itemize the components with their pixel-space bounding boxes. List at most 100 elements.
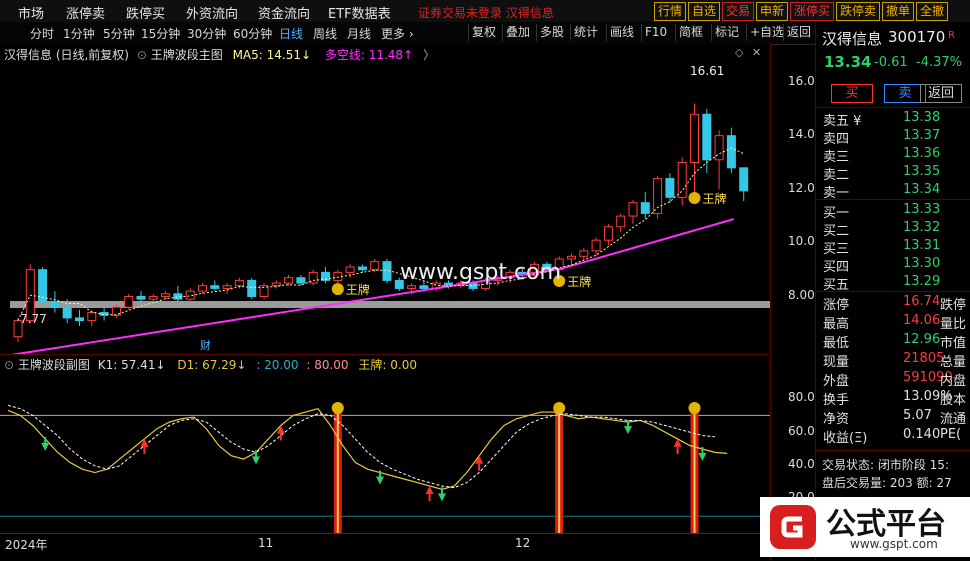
stat-row[interactable]: 涨停 16.74 xyxy=(823,294,940,313)
candle-body xyxy=(50,301,60,308)
stat-extra-label: 内盘 xyxy=(940,374,967,389)
draw-line-button[interactable]: 画线 xyxy=(606,24,637,41)
row-label: 卖三 xyxy=(823,150,850,165)
stock-name: 汉得信息 xyxy=(822,30,883,48)
limit-up-buy-button[interactable]: 涨停买 xyxy=(790,2,835,21)
mark-button[interactable]: 标记 xyxy=(711,24,742,41)
nav-fund-flow[interactable]: 资金流向 xyxy=(258,3,310,22)
settings-circle-icon[interactable]: ⊙ xyxy=(137,48,147,62)
period-tab-weekly[interactable]: 周线 xyxy=(313,25,337,42)
nav-limit-down-buy[interactable]: 跌停买 xyxy=(126,3,165,22)
kline-chart[interactable]: 王牌王牌王牌 www.gspt.com xyxy=(0,44,770,354)
row-value: 14.06 xyxy=(903,313,941,328)
price-change-pct: -4.37% xyxy=(916,55,962,70)
bid-level[interactable]: 买三 13.31 xyxy=(823,238,940,257)
ask-level[interactable]: 卖四 13.37 xyxy=(823,128,940,147)
down-arrow-stem xyxy=(255,450,257,458)
ipo-button[interactable]: 申新 xyxy=(756,2,789,21)
k1-value: K1: 57.41↓ xyxy=(97,358,166,372)
bid-level[interactable]: 买五 13.29 xyxy=(823,274,940,293)
period-tab-intraday[interactable]: 分时 xyxy=(30,25,54,42)
nav-limit-up-sell[interactable]: 涨停卖 xyxy=(66,3,105,22)
sub-indicator-chart[interactable] xyxy=(0,355,770,533)
cancel-all-button[interactable]: 全撤 xyxy=(916,2,949,21)
chevron-right-icon[interactable]: 〉 xyxy=(423,48,435,62)
stat-row[interactable]: 外盘 591090 xyxy=(823,370,953,389)
period-tab-more[interactable]: 更多 › xyxy=(381,25,414,42)
stat-row[interactable]: 最高 14.06 xyxy=(823,313,940,332)
candle-body xyxy=(87,312,97,322)
row-value: 13.36 xyxy=(903,146,941,161)
trade-button[interactable]: 交易 xyxy=(722,2,755,21)
signal-bar-core xyxy=(558,412,561,533)
ask-level[interactable]: 卖五 ¥ 13.38 xyxy=(823,110,940,129)
buy-button[interactable]: 买 xyxy=(831,84,873,103)
f10-button[interactable]: F10 xyxy=(641,24,670,41)
down-arrow-stem xyxy=(379,470,381,478)
stat-extra-label: 总量 xyxy=(940,355,967,370)
close-icon[interactable]: ✕ xyxy=(752,46,761,59)
period-tab-30min[interactable]: 30分钟 xyxy=(187,25,226,42)
line20-value: : 20.00 xyxy=(256,358,299,372)
period-tab-daily[interactable]: 日线 xyxy=(279,25,303,42)
finance-marker[interactable]: 财 xyxy=(200,337,211,353)
return-button[interactable]: 返回 xyxy=(920,84,962,103)
candle-body xyxy=(726,135,736,169)
diamond-icon[interactable]: ◇ xyxy=(735,46,743,59)
candle-body xyxy=(567,255,576,260)
period-tab-1min[interactable]: 1分钟 xyxy=(63,25,95,42)
stat-row[interactable]: 收益(Ξ) 0.140 xyxy=(823,427,940,446)
multi-stock-button[interactable]: 多股 xyxy=(536,24,567,41)
simple-frame-button[interactable]: 简框 xyxy=(675,24,706,41)
statistics-button[interactable]: 统计 xyxy=(570,24,601,41)
stat-extra-label: 股本 xyxy=(940,393,967,408)
period-tab-60min[interactable]: 60分钟 xyxy=(233,25,272,42)
nav-etf-table[interactable]: ETF数据表 xyxy=(328,3,391,22)
overlay-button[interactable]: 叠加 xyxy=(502,24,533,41)
row-label: 买一 xyxy=(823,206,850,221)
quote-button[interactable]: 行情 xyxy=(654,2,687,21)
sub-indicator-name[interactable]: 王牌波段副图 xyxy=(18,358,90,372)
period-tab-5min[interactable]: 5分钟 xyxy=(103,25,135,42)
add-watchlist-button[interactable]: +自选 xyxy=(746,24,787,41)
adjust-button[interactable]: 复权 xyxy=(468,24,499,41)
watermark-text: www.gspt.com xyxy=(400,260,561,285)
period-tab-15min[interactable]: 15分钟 xyxy=(141,25,180,42)
bid-level[interactable]: 买四 13.30 xyxy=(823,256,940,275)
stat-row[interactable]: 净资 5.07 xyxy=(823,408,932,427)
logo-url: www.gspt.com xyxy=(850,537,938,551)
candle-body xyxy=(271,282,281,287)
bid-level[interactable]: 买一 13.33 xyxy=(823,202,940,221)
ask-level[interactable]: 卖三 13.36 xyxy=(823,146,940,165)
up-arrow-stem xyxy=(143,446,146,454)
bid-level[interactable]: 买二 13.32 xyxy=(823,220,940,239)
settings-circle-icon[interactable]: ⊙ xyxy=(4,358,14,372)
row-value: 21805 xyxy=(903,351,945,366)
down-arrow-stem xyxy=(701,447,704,454)
wp-value: 王牌: 0.00 xyxy=(358,358,417,372)
candle-body xyxy=(665,178,675,198)
ask-level[interactable]: 卖二 13.35 xyxy=(823,164,940,183)
candle-body xyxy=(234,279,244,287)
stat-row[interactable]: 现量 21805 xyxy=(823,351,944,370)
main-chart-legend: 汉得信息 (日线,前复权) ⊙ 王牌波段主图 MA5: 14.51↓ 多空线: … xyxy=(4,46,435,63)
candle-body xyxy=(616,215,626,228)
candle-body xyxy=(284,277,294,284)
ask-level[interactable]: 卖一 13.34 xyxy=(823,182,940,201)
row-label: 涨停 xyxy=(823,298,850,313)
watchlist-button[interactable]: 自选 xyxy=(688,2,721,21)
back-button[interactable]: 返回 xyxy=(783,24,814,41)
limit-down-sell-button[interactable]: 跌停卖 xyxy=(836,2,881,21)
indicator-name[interactable]: 王牌波段主图 xyxy=(151,48,223,62)
nav-market[interactable]: 市场 xyxy=(18,3,44,22)
row-value: 13.31 xyxy=(903,238,941,253)
candle-body xyxy=(579,250,589,257)
login-notice[interactable]: 证券交易未登录 汉得信息 xyxy=(418,4,554,21)
moneybag-icon xyxy=(688,402,701,415)
nav-foreign-flow[interactable]: 外资流向 xyxy=(186,3,238,22)
period-tab-monthly[interactable]: 月线 xyxy=(347,25,371,42)
stat-row[interactable]: 最低 12.96 xyxy=(823,332,940,351)
stat-row[interactable]: 换手 13.09% xyxy=(823,389,953,408)
cancel-order-button[interactable]: 撤单 xyxy=(882,2,915,21)
row-label: 买五 xyxy=(823,278,850,293)
